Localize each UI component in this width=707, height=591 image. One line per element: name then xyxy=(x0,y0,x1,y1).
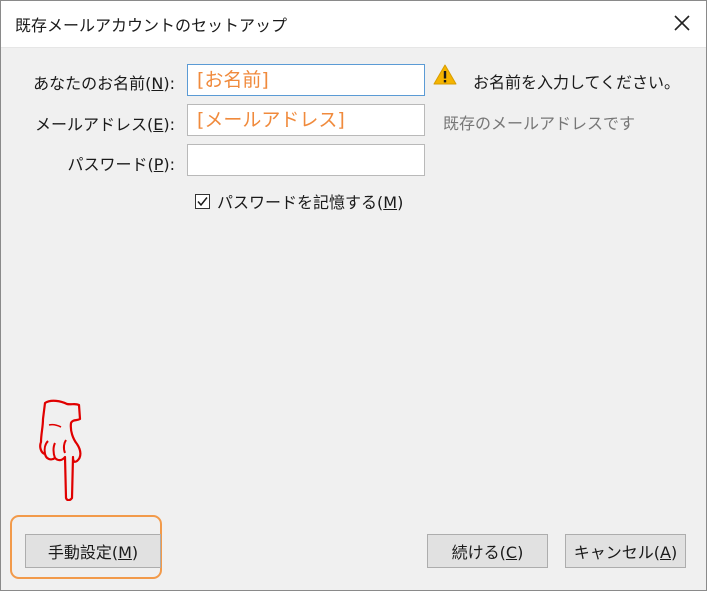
password-input[interactable] xyxy=(187,144,425,176)
close-button[interactable] xyxy=(664,5,700,41)
name-label: あなたのお名前(N): xyxy=(33,74,175,93)
close-icon xyxy=(674,15,690,31)
email-hint: 既存のメールアドレスです xyxy=(443,114,636,133)
continue-button[interactable]: 続ける(C) xyxy=(427,534,548,568)
warning-icon xyxy=(433,64,457,85)
manual-setup-button[interactable]: 手動設定(M) xyxy=(25,534,161,568)
cancel-label: キャンセル(A) xyxy=(573,543,678,562)
email-input[interactable]: [メールアドレス] xyxy=(187,104,425,136)
name-input[interactable]: [お名前] xyxy=(187,64,425,96)
dialog-window: 既存メールアカウントのセットアップ あなたのお名前(N): [お名前] お名前を… xyxy=(0,0,707,591)
window-title: 既存メールアカウントのセットアップ xyxy=(15,16,288,35)
checkmark-icon xyxy=(197,196,208,206)
manual-setup-label: 手動設定(M) xyxy=(47,543,139,562)
remember-password-checkbox[interactable] xyxy=(195,193,210,209)
remember-password-label: パスワードを記憶する(M) xyxy=(217,193,404,212)
email-label: メールアドレス(E): xyxy=(35,115,175,134)
pointing-hand-icon xyxy=(39,399,82,501)
password-label: パスワード(P): xyxy=(67,155,175,174)
remember-password-row[interactable]: パスワードを記憶する(M) xyxy=(195,189,403,213)
continue-label: 続ける(C) xyxy=(451,543,524,562)
cancel-button[interactable]: キャンセル(A) xyxy=(565,534,686,568)
name-warning-text: お名前を入力してください。 xyxy=(473,73,681,92)
title-bar: 既存メールアカウントのセットアップ xyxy=(1,1,706,48)
